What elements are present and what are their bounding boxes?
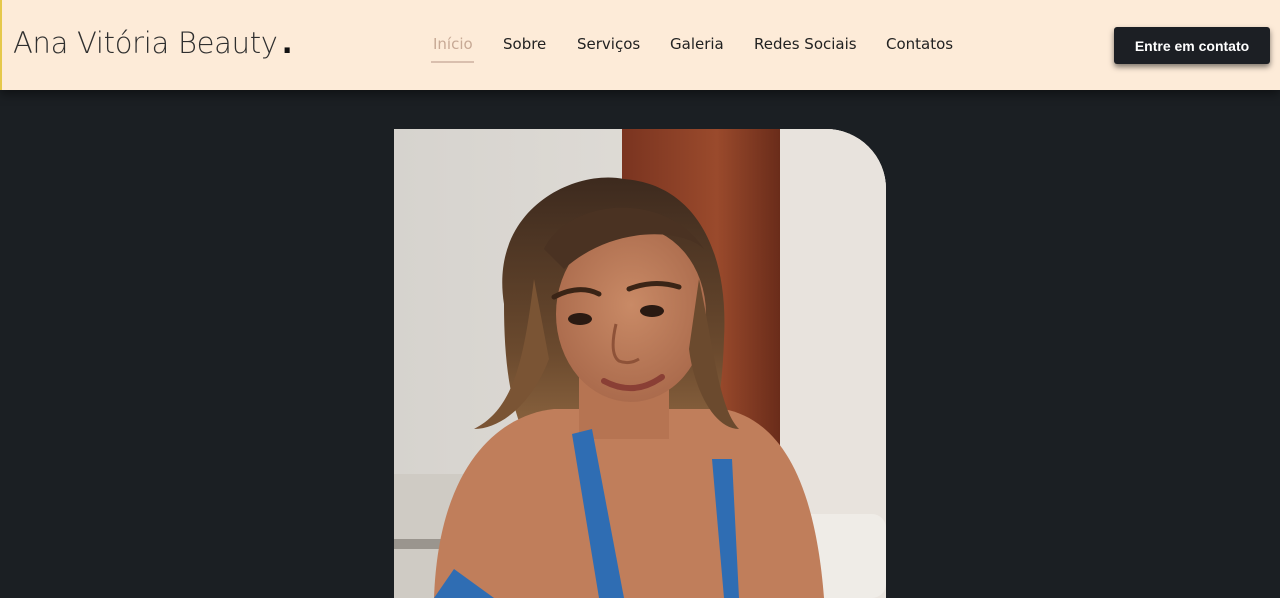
nav-item-inicio[interactable]: Início [433, 35, 473, 53]
nav-item-galeria[interactable]: Galeria [670, 35, 724, 53]
active-nav-underline [431, 61, 474, 63]
portrait-photo [394, 129, 886, 598]
nav-item-servicos[interactable]: Serviços [577, 35, 640, 53]
site-header: Ana Vitória Beauty. Início Sobre Serviço… [0, 0, 1280, 90]
nav-item-sobre[interactable]: Sobre [503, 35, 546, 53]
contact-button[interactable]: Entre em contato [1114, 27, 1270, 64]
nav-item-redes-sociais[interactable]: Redes Sociais [754, 35, 857, 53]
portrait-illustration [394, 129, 886, 598]
nav-item-contatos[interactable]: Contatos [886, 35, 953, 53]
main-nav: Início Sobre Serviços Galeria Redes Soci… [2, 35, 1280, 65]
